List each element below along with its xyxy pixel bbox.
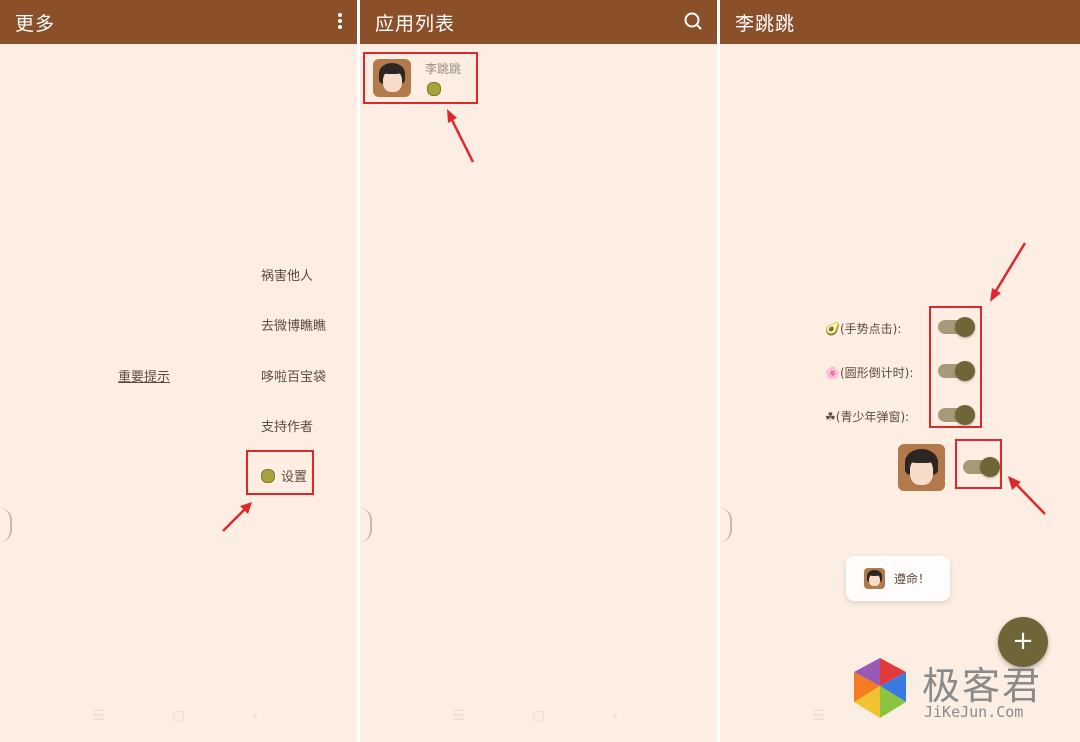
menu-item-harm-others[interactable]: 祸害他人 [261, 265, 313, 284]
side-drawer-handle[interactable] [0, 508, 12, 542]
watermark-logo-icon [854, 658, 906, 718]
highlight-box [929, 306, 982, 428]
gesture-click-label: 🥑(手势点击): [825, 322, 902, 336]
avocado-icon: 🥑 [825, 322, 840, 336]
watermark-text: 极客君 [922, 664, 1043, 708]
page-title: 更多 [15, 13, 56, 35]
app-bar: 李跳跳 [720, 0, 1080, 44]
watermark-url: JiKeJun.Com [924, 703, 1024, 721]
youth-popup-label: ☘(青少年弹窗): [825, 410, 910, 424]
circle-countdown-label: 🌸(圆形倒计时): [825, 366, 914, 380]
nav-back-icon: ‹ [252, 708, 258, 724]
highlight-box [246, 450, 314, 495]
red-arrow-icon [1008, 476, 1046, 515]
highlight-box [363, 52, 478, 104]
red-arrow-icon [990, 242, 1027, 302]
nav-menu-icon: ☰ [92, 708, 105, 724]
app-list-screen: 应用列表 [360, 0, 717, 742]
toast: 遵命！ [846, 556, 950, 601]
more-screen: 更多 祸害他人 去微博瞧瞧 哆啦百宝袋 支持作者 设置 重要提示 ☰ ▢ ‹ [0, 0, 357, 742]
highlight-box [955, 439, 1002, 489]
toast-avatar [864, 568, 885, 589]
app-avatar [898, 444, 945, 491]
important-notice-link[interactable]: 重要提示 [118, 366, 170, 385]
nav-home-icon: ▢ [532, 708, 546, 724]
nav-menu-icon: ☰ [452, 708, 465, 724]
app-bar: 更多 [0, 0, 357, 44]
menu-item-support-author[interactable]: 支持作者 [261, 416, 313, 435]
menu-item-doraemon-bag[interactable]: 哆啦百宝袋 [261, 366, 326, 385]
red-arrow-icon [222, 502, 252, 532]
menu-item-weibo[interactable]: 去微博瞧瞧 [261, 315, 326, 334]
more-options-icon[interactable] [337, 13, 343, 31]
page-title: 应用列表 [375, 13, 456, 35]
search-icon[interactable] [683, 11, 703, 31]
page-title: 李跳跳 [735, 13, 796, 35]
app-bar: 应用列表 [360, 0, 717, 44]
nav-back-icon: ‹ [612, 708, 618, 724]
toast-message: 遵命！ [894, 572, 931, 586]
flower-icon: 🌸 [825, 366, 840, 380]
clover-icon: ☘ [825, 410, 836, 424]
nav-home-icon: ▢ [172, 708, 186, 724]
red-arrow-icon [447, 109, 475, 163]
nav-menu-icon: ☰ [812, 708, 825, 724]
